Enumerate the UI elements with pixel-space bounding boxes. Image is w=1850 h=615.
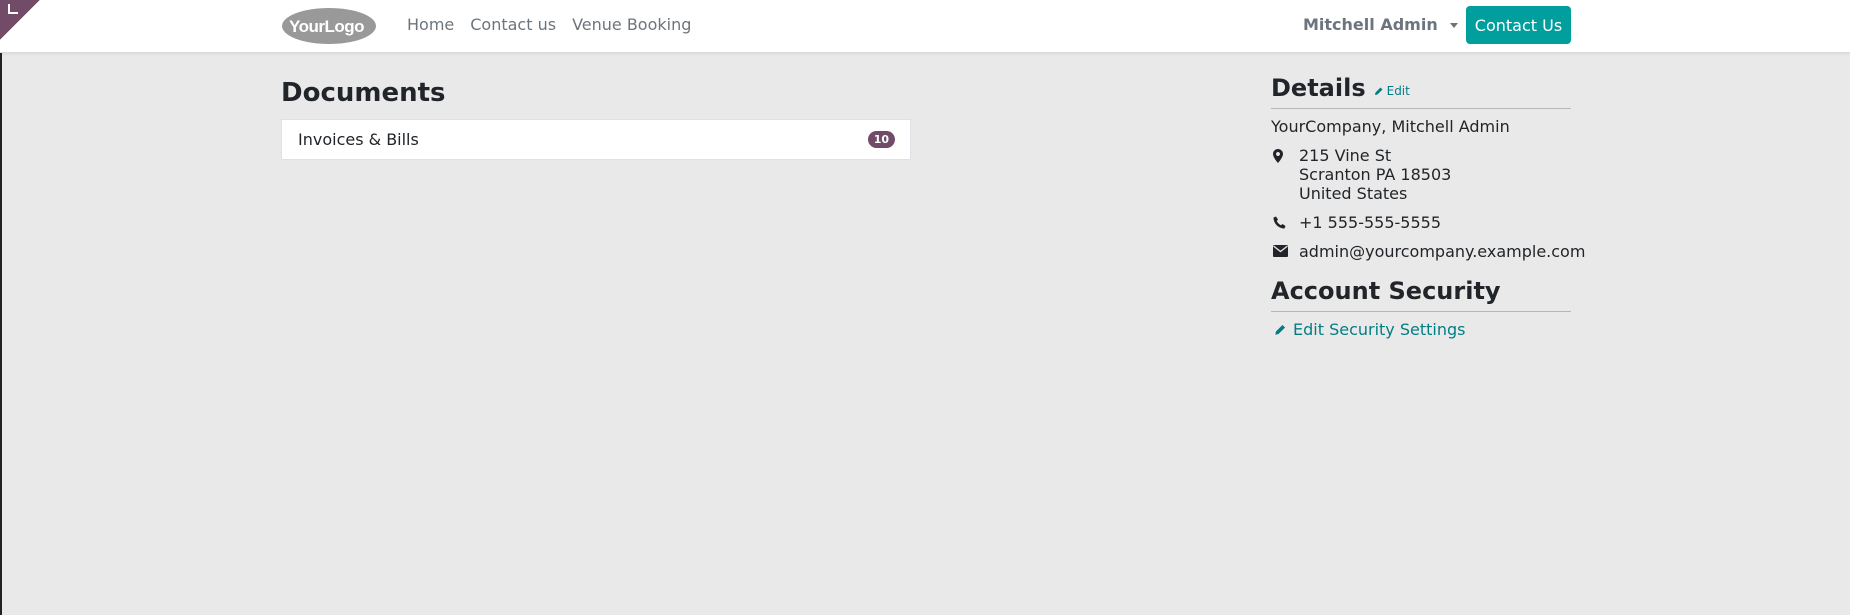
details-panel: Details Edit YourCompany, Mitchell Admin…: [1271, 74, 1585, 339]
user-name: Mitchell Admin: [1303, 15, 1438, 34]
edit-details-link[interactable]: Edit: [1374, 84, 1410, 98]
documents-title: Documents: [281, 78, 446, 108]
account-security-title: Account Security: [1271, 277, 1501, 305]
document-item-invoices-bills[interactable]: Invoices & Bills 10: [281, 119, 911, 160]
map-marker-icon: [1271, 146, 1299, 163]
phone-icon: [1271, 213, 1299, 229]
top-navbar: YourLogo Home Contact us Venue Booking M…: [0, 0, 1850, 53]
editor-corner-toggle[interactable]: [0, 0, 40, 40]
nav-home[interactable]: Home: [407, 15, 462, 34]
window-edge: [0, 0, 2, 615]
address-line-1: 215 Vine St: [1299, 146, 1392, 165]
email-row: admin@yourcompany.example.com: [1271, 242, 1585, 261]
account-security-header: Account Security: [1271, 277, 1571, 312]
document-item-label: Invoices & Bills: [298, 130, 419, 149]
address-row: 215 Vine St Scranton PA 18503 United Sta…: [1271, 146, 1571, 203]
address-block: 215 Vine St Scranton PA 18503 United Sta…: [1299, 146, 1451, 203]
edit-security-settings-label: Edit Security Settings: [1293, 320, 1466, 339]
address-line-2: Scranton PA 18503: [1299, 165, 1452, 184]
corner-icon: [8, 4, 18, 14]
nav-contact-us[interactable]: Contact us: [462, 15, 564, 34]
contact-us-button[interactable]: Contact Us: [1466, 6, 1571, 44]
main-nav: Home Contact us Venue Booking: [407, 15, 699, 34]
edit-security-settings-link[interactable]: Edit Security Settings: [1271, 320, 1571, 339]
nav-venue-booking[interactable]: Venue Booking: [564, 15, 699, 34]
logo-text: YourLogo: [289, 17, 364, 36]
address-line-3: United States: [1299, 184, 1408, 203]
site-logo[interactable]: YourLogo: [281, 6, 377, 46]
edit-details-label: Edit: [1386, 84, 1410, 98]
company-name: YourCompany, Mitchell Admin: [1271, 117, 1510, 136]
details-title: Details: [1271, 74, 1366, 102]
pencil-icon: [1374, 87, 1383, 95]
user-menu-dropdown[interactable]: Mitchell Admin: [1303, 15, 1458, 34]
phone-number: +1 555-555-5555: [1299, 213, 1442, 232]
pencil-icon: [1275, 324, 1286, 335]
document-count-badge: 10: [867, 131, 895, 148]
phone-row: +1 555-555-5555: [1271, 213, 1571, 232]
details-header: Details Edit: [1271, 74, 1571, 109]
envelope-icon: [1271, 242, 1299, 257]
caret-down-icon: [1449, 23, 1458, 28]
email-address: admin@yourcompany.example.com: [1299, 242, 1586, 261]
